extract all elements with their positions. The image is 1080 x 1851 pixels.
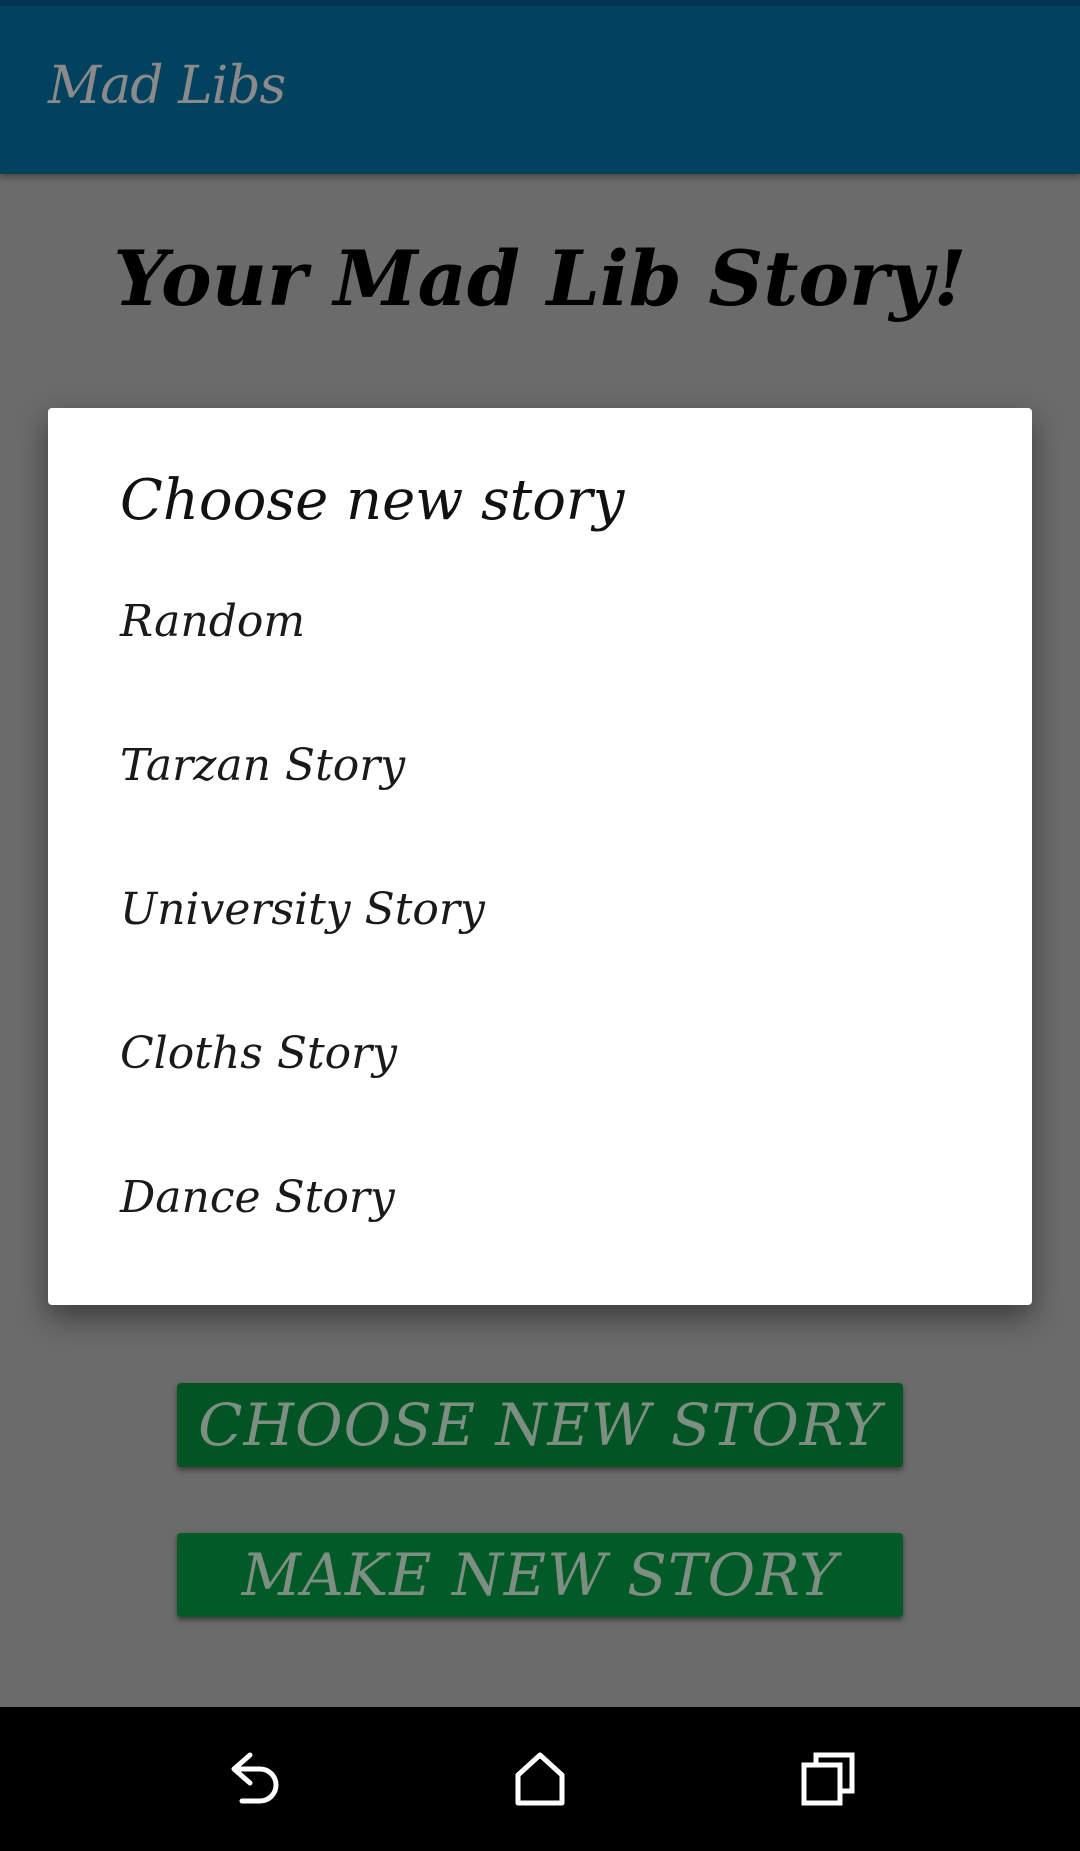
- story-text: ​: [170, 389, 930, 409]
- dialog-title: Choose new story: [120, 468, 625, 533]
- story-heading: Your Mad Lib Story!: [113, 234, 967, 323]
- recent-apps-icon: [801, 1752, 855, 1806]
- back-button[interactable]: [180, 1727, 324, 1831]
- story-option-label: Cloths Story: [120, 1028, 398, 1079]
- story-option-tarzan[interactable]: Tarzan Story: [48, 712, 1032, 856]
- home-button[interactable]: [468, 1727, 612, 1831]
- recent-apps-button[interactable]: [756, 1727, 900, 1831]
- story-option-dance[interactable]: Dance Story: [48, 1144, 1032, 1288]
- make-new-story-button[interactable]: MAKE NEW STORY: [177, 1533, 903, 1617]
- home-icon: [515, 1752, 565, 1806]
- story-option-university[interactable]: University Story: [48, 856, 1032, 1000]
- back-icon: [231, 1752, 279, 1804]
- choose-new-story-button[interactable]: CHOOSE NEW STORY: [177, 1383, 903, 1467]
- screen: Mad Libs Your Mad Lib Story! ​ CHOOSE NE…: [0, 0, 1080, 1851]
- story-option-label: Dance Story: [120, 1172, 395, 1223]
- story-option-label: Tarzan Story: [120, 740, 406, 791]
- story-option-cloths[interactable]: Cloths Story: [48, 1000, 1032, 1144]
- story-text-fragment: ​: [170, 389, 930, 409]
- story-list: Random Tarzan Story University Story Clo…: [48, 568, 1032, 1288]
- story-option-random[interactable]: Random: [48, 568, 1032, 712]
- app-title: Mad Libs: [48, 56, 286, 116]
- choose-story-dialog: Choose new story Random Tarzan Story Uni…: [48, 408, 1032, 1305]
- navigation-bar: [0, 1707, 1080, 1851]
- story-option-label: Random: [120, 596, 306, 647]
- story-option-label: University Story: [120, 884, 485, 935]
- app-bar: Mad Libs: [0, 6, 1080, 174]
